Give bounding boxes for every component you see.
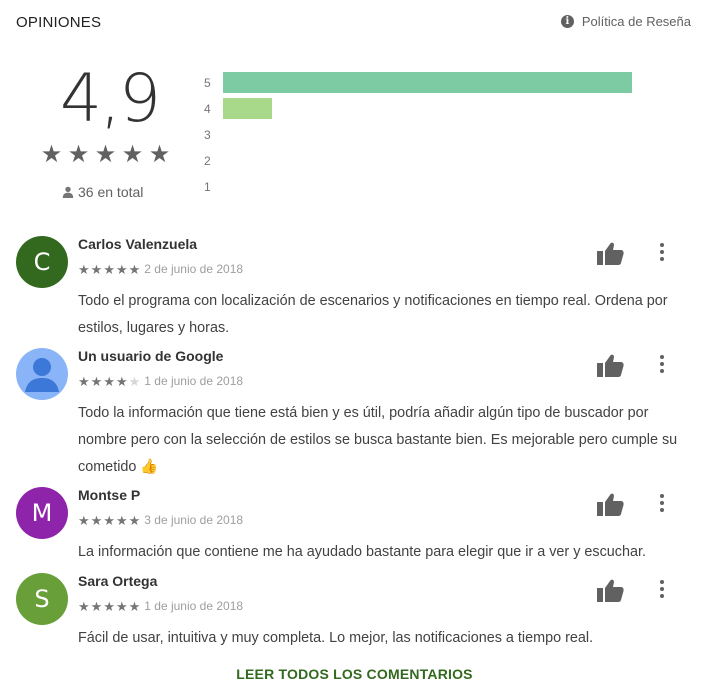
star-icon: ★ bbox=[128, 261, 141, 277]
thumbs-up-icon[interactable] bbox=[596, 240, 624, 266]
average-score: 4,9 bbox=[60, 60, 161, 137]
star-icon: ★ bbox=[78, 373, 90, 389]
star-icon: ★ bbox=[103, 512, 115, 528]
star-icon: ★ bbox=[121, 141, 144, 168]
review-text: La información que contiene me ha ayudad… bbox=[78, 544, 646, 560]
review-text: Fácil de usar, intuitiva y muy completa.… bbox=[78, 630, 594, 646]
histogram-label: 4 bbox=[204, 102, 211, 116]
more-options-icon[interactable] bbox=[654, 240, 670, 264]
review-stars: ★ ★ ★ ★ ★ bbox=[78, 375, 140, 388]
histogram-row: 1 bbox=[204, 176, 644, 202]
total-reviews: 36 en total bbox=[62, 184, 143, 200]
average-stars: ★ ★ ★ ★ ★ bbox=[40, 143, 171, 167]
histogram-label: 5 bbox=[204, 76, 211, 90]
thumbs-up-icon[interactable] bbox=[596, 352, 624, 378]
review-text: Todo la información que tiene está bien … bbox=[78, 405, 678, 475]
more-options-icon[interactable] bbox=[654, 352, 670, 376]
star-icon: ★ bbox=[78, 598, 90, 614]
star-icon: ★ bbox=[148, 141, 171, 168]
histogram-label: 3 bbox=[204, 128, 211, 142]
review-author: Sara Ortega bbox=[78, 573, 158, 589]
histogram-row: 2 bbox=[204, 150, 644, 176]
star-icon: ★ bbox=[78, 512, 90, 528]
star-icon: ★ bbox=[90, 512, 103, 528]
star-icon: ★ bbox=[90, 373, 103, 389]
star-icon: ★ bbox=[67, 141, 90, 168]
review-date: 1 de junio de 2018 bbox=[144, 374, 244, 388]
histogram-row: 4 bbox=[204, 98, 644, 124]
star-icon: ★ bbox=[78, 261, 90, 277]
default-user-icon bbox=[25, 358, 59, 392]
more-options-icon[interactable] bbox=[654, 577, 670, 601]
star-icon: ★ bbox=[115, 373, 128, 389]
review-author: Un usuario de Google bbox=[78, 348, 224, 364]
avatar bbox=[16, 348, 68, 400]
star-icon: ★ bbox=[103, 373, 115, 389]
avatar: S bbox=[16, 573, 68, 625]
star-icon: ★ bbox=[103, 261, 115, 277]
thumbs-up-icon[interactable] bbox=[596, 577, 624, 603]
person-icon bbox=[62, 186, 74, 198]
star-icon: ★ bbox=[128, 512, 141, 528]
histogram-row: 5 bbox=[204, 72, 644, 98]
star-icon: ★ bbox=[128, 598, 141, 614]
review-date: 3 de junio de 2018 bbox=[144, 513, 244, 527]
info-icon: i bbox=[560, 15, 574, 28]
review-stars: ★ ★ ★ ★ ★ bbox=[78, 600, 140, 613]
histogram-row: 3 bbox=[204, 124, 644, 150]
star-icon: ★ bbox=[115, 512, 128, 528]
star-icon: ★ bbox=[115, 261, 128, 277]
review-policy-label: Política de Reseña bbox=[581, 14, 691, 29]
read-all-reviews-button[interactable]: LEER TODOS LOS COMENTARIOS bbox=[0, 666, 709, 682]
rating-histogram: 5 4 3 2 1 bbox=[204, 72, 644, 202]
review-policy-link[interactable]: i Política de Reseña bbox=[560, 14, 691, 29]
star-icon: ★ bbox=[40, 141, 63, 168]
total-reviews-label: 36 en total bbox=[78, 184, 144, 200]
review-date: 2 de junio de 2018 bbox=[144, 262, 244, 276]
section-title: OPINIONES bbox=[16, 14, 102, 31]
star-icon: ★ bbox=[115, 598, 128, 614]
review-author: Montse P bbox=[78, 487, 141, 503]
histogram-bar bbox=[223, 72, 632, 93]
star-icon: ★ bbox=[90, 261, 103, 277]
star-icon: ★ bbox=[128, 373, 141, 389]
avatar: C bbox=[16, 236, 68, 288]
review-text: Todo el programa con localización de esc… bbox=[78, 293, 668, 336]
star-icon: ★ bbox=[90, 598, 103, 614]
star-icon: ★ bbox=[94, 141, 117, 168]
review-stars: ★ ★ ★ ★ ★ bbox=[78, 263, 140, 276]
more-options-icon[interactable] bbox=[654, 491, 670, 515]
review-author: Carlos Valenzuela bbox=[78, 236, 198, 252]
histogram-label: 1 bbox=[204, 180, 211, 194]
avatar: M bbox=[16, 487, 68, 539]
histogram-label: 2 bbox=[204, 154, 211, 168]
histogram-bar bbox=[223, 98, 272, 119]
star-icon: ★ bbox=[103, 598, 115, 614]
thumbs-up-icon[interactable] bbox=[596, 491, 624, 517]
review-date: 1 de junio de 2018 bbox=[144, 599, 244, 613]
review-stars: ★ ★ ★ ★ ★ bbox=[78, 514, 140, 527]
